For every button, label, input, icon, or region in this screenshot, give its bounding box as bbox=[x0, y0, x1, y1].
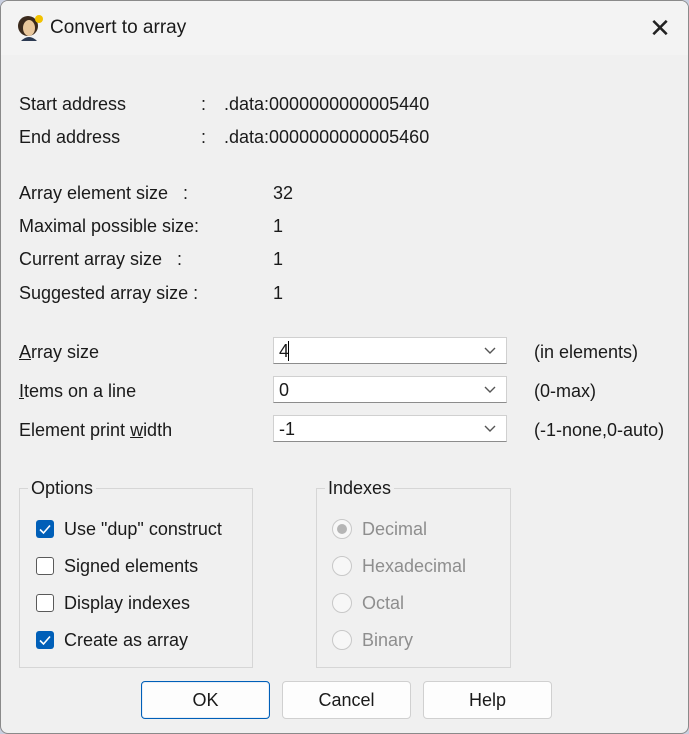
octal-label[interactable]: Octal bbox=[362, 593, 404, 614]
end-address-separator: : bbox=[201, 127, 207, 147]
signed-elements-label[interactable]: Signed elements bbox=[64, 556, 198, 577]
check-icon bbox=[39, 524, 51, 535]
current-size-value: 1 bbox=[273, 249, 284, 269]
dialog-title: Convert to array bbox=[50, 17, 187, 38]
binary-label[interactable]: Binary bbox=[362, 630, 413, 651]
items-on-line-combo[interactable]: 0 bbox=[273, 376, 507, 403]
text-caret bbox=[288, 341, 289, 361]
chevron-down-icon[interactable] bbox=[484, 386, 496, 394]
hexadecimal-label[interactable]: Hexadecimal bbox=[362, 556, 466, 577]
cancel-button[interactable]: Cancel bbox=[282, 681, 411, 719]
print-width-label-post: idth bbox=[143, 420, 173, 440]
binary-radio[interactable] bbox=[332, 630, 352, 650]
decimal-radio[interactable] bbox=[332, 519, 352, 539]
ok-button[interactable]: OK bbox=[141, 681, 270, 719]
check-icon bbox=[39, 635, 51, 646]
indexes-group-title: Indexes bbox=[325, 478, 395, 499]
ida-lady-icon bbox=[18, 15, 43, 41]
start-address-label: Start address bbox=[19, 94, 127, 114]
array-size-label-mnemonic: A bbox=[19, 342, 32, 362]
help-button[interactable]: Help bbox=[423, 681, 552, 719]
start-address-separator: : bbox=[201, 94, 207, 114]
decimal-label[interactable]: Decimal bbox=[362, 519, 427, 540]
max-size-label: Maximal possible size: bbox=[19, 216, 200, 236]
array-size-hint: (in elements) bbox=[534, 342, 639, 362]
chevron-down-icon[interactable] bbox=[484, 425, 496, 433]
items-on-line-label-rest: tems on a line bbox=[24, 381, 137, 401]
close-button[interactable]: ✕ bbox=[641, 11, 679, 45]
element-size-value: 32 bbox=[273, 183, 294, 203]
use-dup-checkbox[interactable] bbox=[36, 520, 54, 538]
create-as-array-checkbox[interactable] bbox=[36, 631, 54, 649]
use-dup-label[interactable]: Use "dup" construct bbox=[64, 519, 222, 540]
end-address-value: .data:0000000000005460 bbox=[224, 127, 430, 147]
suggested-size-label: Suggested array size : bbox=[19, 283, 199, 303]
create-as-array-label[interactable]: Create as array bbox=[64, 630, 188, 651]
signed-elements-checkbox[interactable] bbox=[36, 557, 54, 575]
title-bar[interactable]: Convert to array ✕ bbox=[1, 1, 688, 55]
radio-selected-dot bbox=[337, 524, 347, 534]
print-width-hint: (-1-none,0-auto) bbox=[534, 420, 665, 440]
hexadecimal-radio[interactable] bbox=[332, 556, 352, 576]
array-size-label-rest: rray size bbox=[31, 342, 100, 362]
octal-radio[interactable] bbox=[332, 593, 352, 613]
close-icon: ✕ bbox=[649, 13, 671, 43]
options-group-title: Options bbox=[28, 478, 97, 499]
print-width-combo[interactable]: -1 bbox=[273, 415, 507, 442]
current-size-label: Current array size : bbox=[19, 249, 183, 269]
chevron-down-icon[interactable] bbox=[484, 347, 496, 355]
display-indexes-label[interactable]: Display indexes bbox=[64, 593, 190, 614]
items-on-line-value: 0 bbox=[279, 380, 290, 400]
print-width-label-pre: Element print bbox=[19, 420, 131, 440]
items-on-line-label: Items on a line bbox=[19, 381, 136, 402]
suggested-size-value: 1 bbox=[273, 283, 284, 303]
array-size-combo[interactable]: 4 bbox=[273, 337, 507, 364]
items-on-line-hint: (0-max) bbox=[534, 381, 596, 401]
display-indexes-checkbox[interactable] bbox=[36, 594, 54, 612]
start-address-value: .data:0000000000005440 bbox=[224, 94, 430, 114]
max-size-value: 1 bbox=[273, 216, 284, 236]
end-address-label: End address bbox=[19, 127, 121, 147]
array-size-label: Array size bbox=[19, 342, 99, 363]
print-width-label: Element print width bbox=[19, 420, 172, 441]
print-width-value: -1 bbox=[279, 419, 296, 439]
print-width-label-mnemonic: w bbox=[130, 420, 144, 440]
element-size-label: Array element size : bbox=[19, 183, 189, 203]
convert-to-array-dialog: Convert to array ✕ Start address : .data… bbox=[0, 0, 689, 734]
